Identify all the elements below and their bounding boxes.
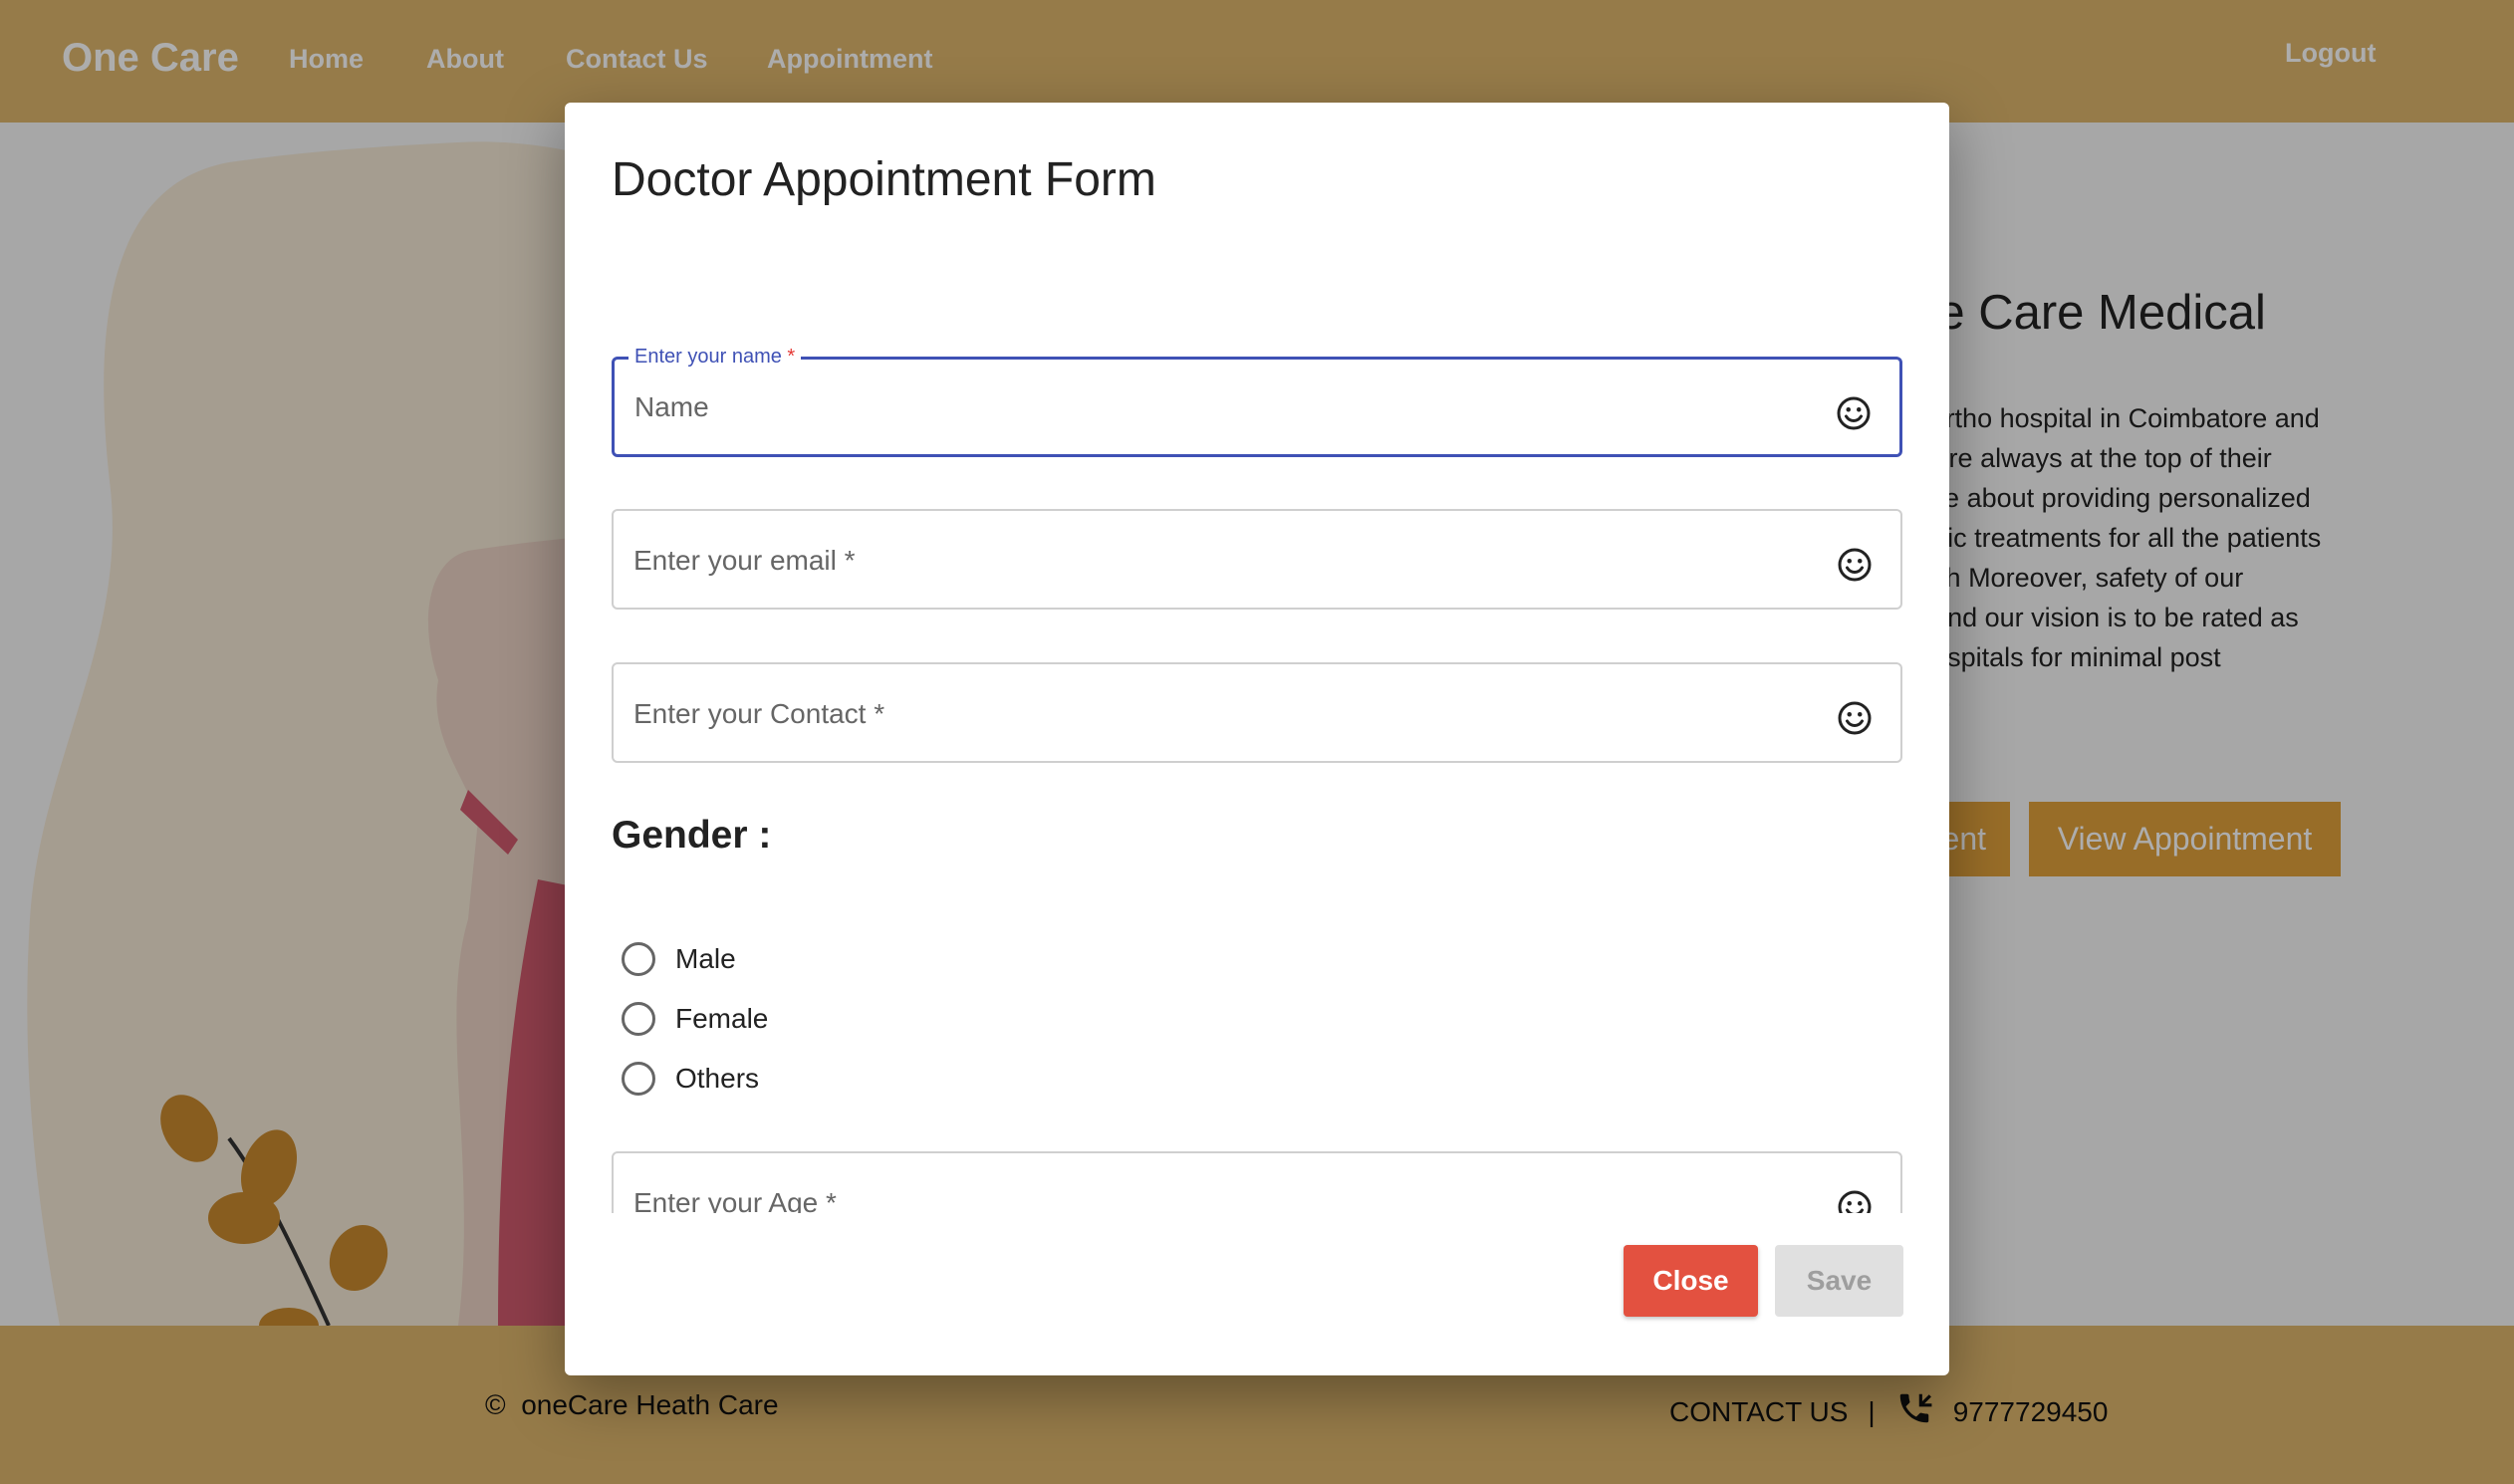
name-field-label: Enter your name * [628, 346, 802, 369]
gender-heading: Gender : [612, 814, 772, 857]
smiley-face-icon [1838, 548, 1872, 582]
radio-label: Female [675, 1003, 769, 1034]
radio-label: Male [675, 943, 736, 974]
radio-button[interactable] [622, 942, 655, 976]
radio-label: Others [675, 1063, 760, 1094]
appointment-dialog: Doctor Appointment Form Enter your name … [565, 103, 1949, 1375]
name-field[interactable]: Enter your name * Name [612, 346, 1902, 457]
contact-placeholder: Enter your Contact * [633, 698, 885, 729]
gender-option-female[interactable]: Female [622, 1002, 768, 1036]
required-asterisk: * [787, 346, 796, 368]
gender-option-others[interactable]: Others [622, 1062, 759, 1096]
email-placeholder: Enter your email * [633, 545, 856, 576]
form-scroll-area[interactable]: Enter your name * Name Enter your email … [612, 252, 1902, 1213]
save-button[interactable]: Save [1775, 1245, 1903, 1317]
dialog-title: Doctor Appointment Form [612, 153, 1156, 206]
contact-field[interactable]: Enter your Contact * [612, 662, 1902, 763]
radio-button[interactable] [622, 1062, 655, 1096]
smiley-face-icon [1838, 1190, 1872, 1213]
name-placeholder: Name [634, 391, 709, 422]
age-placeholder: Enter your Age * [633, 1187, 837, 1213]
gender-option-male[interactable]: Male [622, 942, 736, 976]
close-button[interactable]: Close [1624, 1245, 1758, 1317]
age-field[interactable]: Enter your Age * [612, 1151, 1902, 1213]
smiley-face-icon [1838, 701, 1872, 735]
smiley-face-icon [1837, 396, 1871, 430]
radio-button[interactable] [622, 1002, 655, 1036]
email-field[interactable]: Enter your email * [612, 509, 1902, 610]
